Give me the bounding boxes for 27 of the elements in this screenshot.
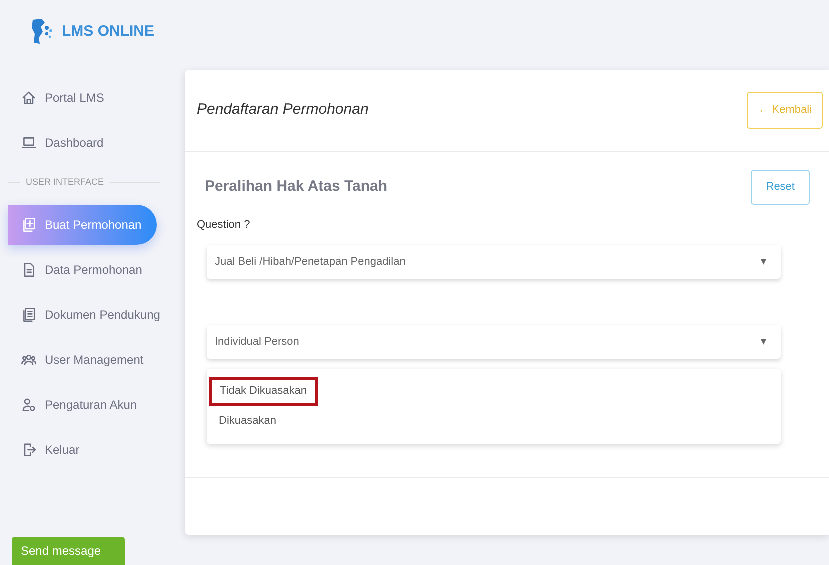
select-value: Jual Beli /Hibah/Penetapan Pengadilan — [215, 254, 406, 270]
question-label: Question ? — [197, 218, 252, 232]
sidebar-item[interactable]: User Management — [8, 340, 157, 380]
send-message-button[interactable]: Send message — [12, 537, 125, 565]
dropdown-option[interactable]: Dikuasakan — [209, 408, 286, 434]
reset-button[interactable]: Reset — [751, 170, 810, 204]
section-title: Peralihan Hak Atas Tanah — [204, 177, 388, 197]
laptop-icon — [21, 135, 37, 151]
dropdown-arrow-icon: ▾ — [761, 254, 767, 270]
documents-icon — [21, 306, 37, 322]
user-settings-icon — [21, 396, 37, 412]
brand-name: LMS ONLINE — [62, 22, 154, 42]
sidebar-item[interactable]: Keluar — [8, 430, 157, 470]
dropdown-arrow-icon: ▾ — [761, 334, 767, 350]
select-field[interactable]: Individual Person ▾ — [207, 325, 781, 359]
home-icon — [21, 90, 37, 106]
section-heading: USER INTERFACE — [8, 176, 160, 190]
select-field[interactable]: Jual Beli /Hibah/Penetapan Pengadilan ▾ — [207, 245, 781, 279]
card-title: Pendaftaran Permohonan — [197, 100, 369, 120]
document-add-icon — [21, 216, 37, 232]
sidebar-item[interactable]: Dashboard — [8, 123, 157, 163]
sidebar-item[interactable]: Portal LMS — [8, 78, 157, 118]
select-value: Individual Person — [215, 334, 300, 350]
sidebar-item[interactable]: Buat Permohonan — [8, 204, 157, 244]
sidebar-item[interactable]: Data Permohonan — [8, 250, 157, 290]
sidebar-item[interactable]: Pengaturan Akun — [8, 384, 157, 424]
dropdown-option[interactable]: Tidak Dikuasakan — [209, 377, 318, 406]
